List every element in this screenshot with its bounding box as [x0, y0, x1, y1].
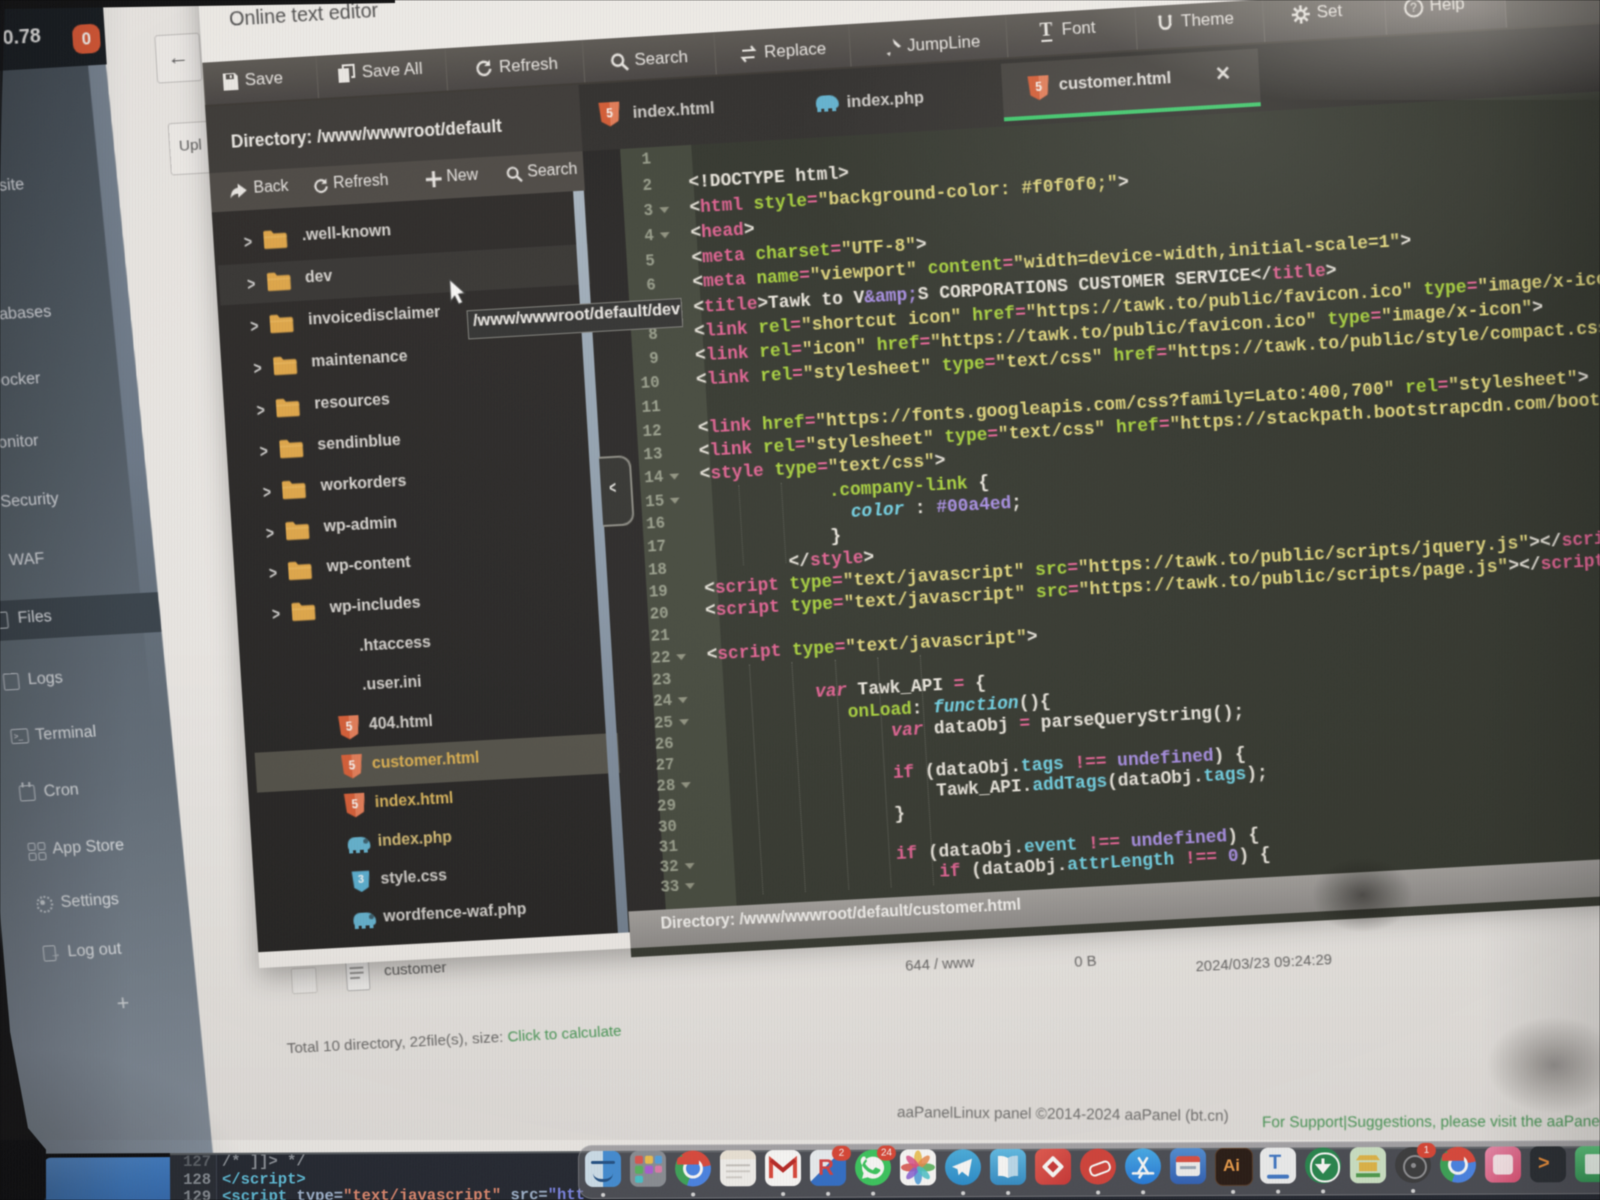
svg-text:?: ? — [1410, 1, 1418, 16]
